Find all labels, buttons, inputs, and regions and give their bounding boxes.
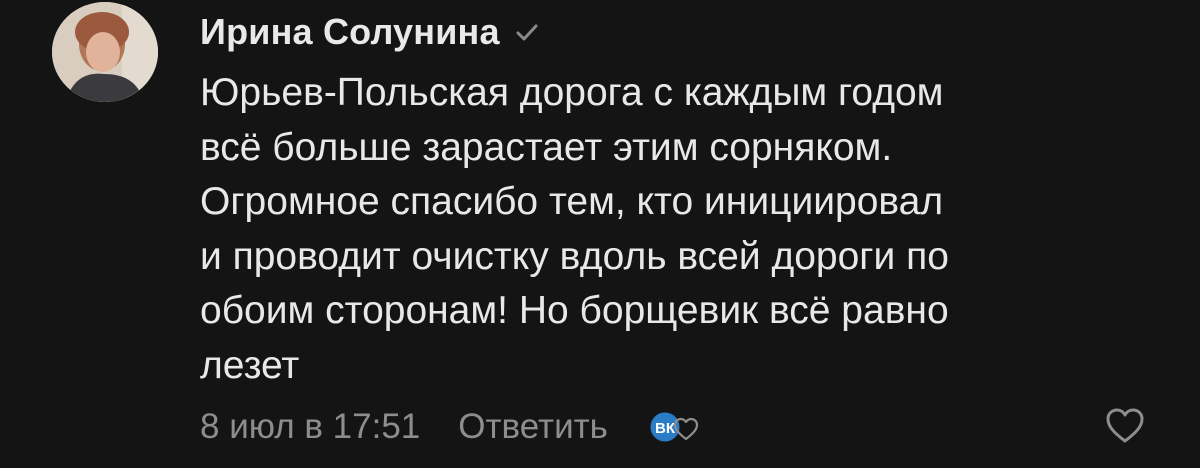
reply-button[interactable]: Ответить bbox=[458, 407, 608, 447]
author-name[interactable]: Ирина Солунина bbox=[200, 11, 500, 53]
vk-badge-text: ВК bbox=[655, 420, 676, 437]
avatar-photo bbox=[52, 2, 158, 102]
comment-meta: 8 июл в 17:51 Ответить ВК bbox=[200, 402, 704, 452]
vk-like-badge: ВК bbox=[646, 407, 704, 447]
avatar[interactable] bbox=[52, 2, 158, 102]
like-button[interactable] bbox=[1104, 406, 1146, 446]
comment-header: Ирина Солунина bbox=[200, 8, 540, 56]
check-icon bbox=[514, 19, 540, 45]
comment-date: 8 июл в 17:51 bbox=[200, 407, 421, 446]
comment-text: Юрьев-Польская дорога с каждым годом всё… bbox=[200, 71, 949, 387]
heart-icon bbox=[1106, 408, 1144, 443]
